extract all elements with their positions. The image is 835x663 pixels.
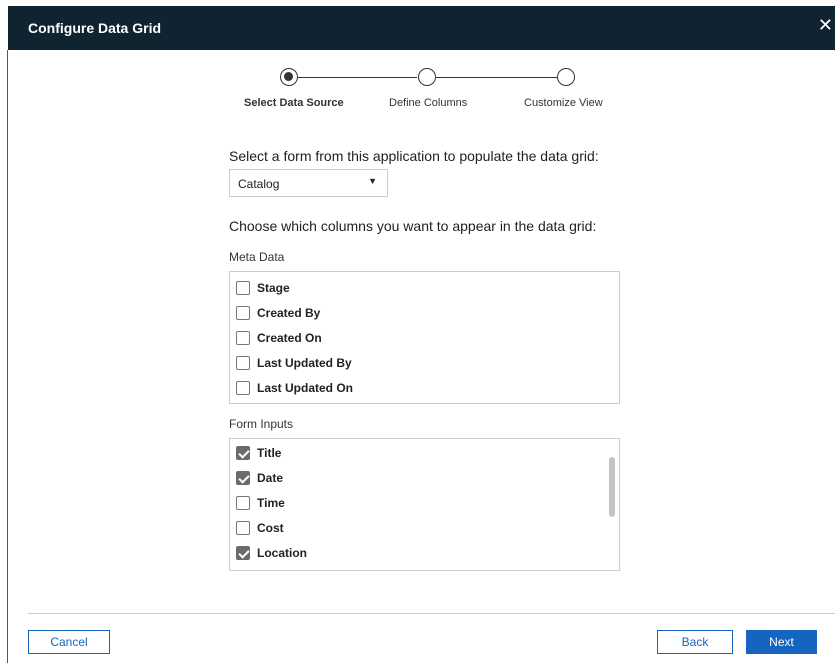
checkbox[interactable] bbox=[236, 281, 250, 295]
form-inputs-list: Title Date Time Cost Location bbox=[229, 438, 620, 571]
checkbox[interactable] bbox=[236, 356, 250, 370]
step-1-label: Select Data Source bbox=[244, 97, 344, 109]
step-2-label: Define Columns bbox=[389, 97, 468, 109]
meta-data-item-last-updated-on[interactable]: Last Updated On bbox=[236, 379, 353, 397]
form-input-item-date[interactable]: Date bbox=[236, 469, 283, 487]
form-input-item-time[interactable]: Time bbox=[236, 494, 285, 512]
checkbox-label: Last Updated By bbox=[257, 356, 352, 370]
configure-data-grid-dialog: Configure Data Grid ✕ Select Data Source… bbox=[0, 0, 835, 663]
checkbox-label: Created By bbox=[257, 306, 321, 320]
scrollbar-thumb[interactable] bbox=[609, 457, 615, 517]
checkbox-label: Time bbox=[257, 496, 285, 510]
close-icon[interactable]: ✕ bbox=[818, 15, 833, 35]
dialog-title: Configure Data Grid bbox=[28, 20, 162, 36]
checkbox-label: Title bbox=[257, 446, 282, 460]
checkbox[interactable] bbox=[236, 496, 250, 510]
dialog-titlebar: Configure Data Grid ✕ bbox=[8, 6, 835, 50]
checkbox[interactable] bbox=[236, 521, 250, 535]
checkbox-label: Last Updated On bbox=[257, 381, 354, 395]
checkbox[interactable] bbox=[236, 306, 250, 320]
step-3-indicator bbox=[557, 68, 575, 86]
form-input-item-location[interactable]: Location bbox=[236, 544, 307, 562]
checkbox-checked[interactable] bbox=[236, 471, 250, 485]
checkbox[interactable] bbox=[236, 381, 250, 395]
step-1-indicator bbox=[280, 68, 298, 86]
meta-data-item-stage[interactable]: Stage bbox=[236, 279, 290, 297]
checkbox-checked[interactable] bbox=[236, 446, 250, 460]
step-3-label: Customize View bbox=[524, 97, 603, 109]
form-input-item-cost[interactable]: Cost bbox=[236, 519, 284, 537]
meta-data-label: Meta Data bbox=[229, 250, 285, 264]
checkbox-label: Cost bbox=[257, 521, 284, 535]
form-inputs-label: Form Inputs bbox=[229, 417, 294, 431]
cancel-button[interactable]: Cancel bbox=[28, 630, 110, 654]
checkbox-label: Stage bbox=[257, 281, 290, 295]
form-input-item-title[interactable]: Title bbox=[236, 444, 281, 462]
back-button[interactable]: Back bbox=[657, 630, 733, 654]
meta-data-item-created-on[interactable]: Created On bbox=[236, 329, 322, 347]
meta-data-item-last-updated-by[interactable]: Last Updated By bbox=[236, 354, 352, 372]
form-input-item-partial[interactable] bbox=[236, 569, 250, 570]
select-form-prompt: Select a form from this application to p… bbox=[229, 148, 599, 164]
checkbox-label: Created On bbox=[257, 331, 322, 345]
columns-prompt: Choose which columns you want to appear … bbox=[229, 218, 597, 234]
form-select[interactable]: Catalog ▼ bbox=[229, 169, 388, 197]
step-connector bbox=[436, 77, 557, 78]
meta-data-list: Stage Created By Created On Last Updated… bbox=[229, 271, 620, 404]
meta-data-item-created-by[interactable]: Created By bbox=[236, 304, 320, 322]
step-connector bbox=[298, 77, 417, 78]
checkbox-checked[interactable] bbox=[236, 546, 250, 560]
form-select-value: Catalog bbox=[238, 177, 280, 191]
checkbox-label: Location bbox=[257, 546, 307, 560]
checkbox-label: Date bbox=[257, 471, 284, 485]
next-button[interactable]: Next bbox=[746, 630, 817, 654]
caret-down-icon: ▼ bbox=[368, 176, 377, 186]
footer-divider bbox=[28, 613, 835, 614]
dialog-border bbox=[7, 50, 8, 663]
checkbox[interactable] bbox=[236, 331, 250, 345]
step-2-indicator bbox=[418, 68, 436, 86]
